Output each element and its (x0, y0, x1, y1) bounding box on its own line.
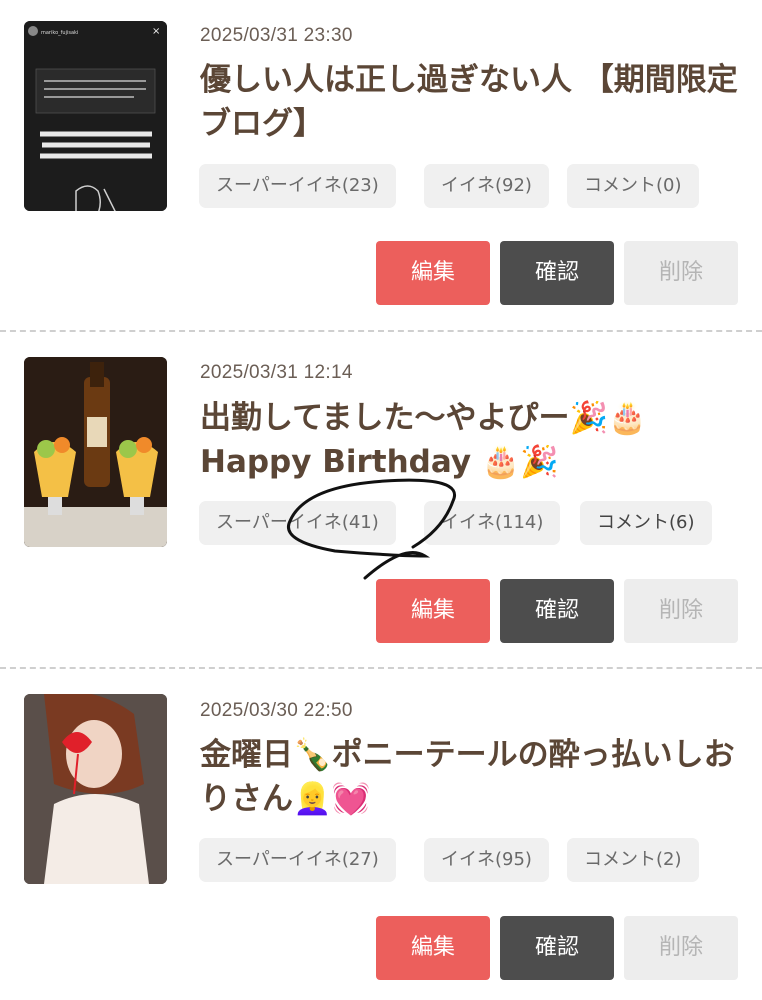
post-date: 2025/03/30 22:50 (200, 700, 353, 721)
post-thumbnail[interactable]: mariko_fujisaki × (24, 21, 167, 211)
comment-count: コメント(0) (567, 164, 699, 208)
comment-count: コメント(6) (580, 501, 712, 545)
super-like-count: スーパーイイネ(27) (199, 838, 396, 882)
post-title[interactable]: 優しい人は正し過ぎない人 【期間限定ブログ】 (200, 58, 740, 146)
parfait-photo-image (24, 357, 167, 547)
edit-button[interactable]: 編集 (376, 241, 490, 305)
confirm-button[interactable]: 確認 (500, 916, 614, 980)
like-count: イイネ(92) (424, 164, 549, 208)
like-count: イイネ(95) (424, 838, 549, 882)
post-divider (0, 330, 762, 332)
comment-count: コメント(2) (567, 838, 699, 882)
post-date: 2025/03/31 23:30 (200, 25, 353, 46)
post-divider (0, 667, 762, 669)
edit-button[interactable]: 編集 (376, 916, 490, 980)
post-title[interactable]: 金曜日🍾ポニーテールの酔っ払いしおりさん👱‍♀️💓 (200, 733, 740, 821)
post-title[interactable]: 出勤してました〜やよぴー🎉🎂 Happy Birthday 🎂🎉 (200, 396, 740, 484)
confirm-button[interactable]: 確認 (500, 241, 614, 305)
delete-button[interactable]: 削除 (624, 916, 738, 980)
like-count: イイネ(114) (424, 501, 561, 545)
story-screenshot-image: mariko_fujisaki × (24, 21, 167, 211)
portrait-photo-image (24, 694, 167, 884)
svg-text:×: × (152, 26, 160, 37)
post-thumbnail[interactable] (24, 357, 167, 547)
super-like-count: スーパーイイネ(41) (199, 501, 396, 545)
post-thumbnail[interactable] (24, 694, 167, 884)
post-date: 2025/03/31 12:14 (200, 362, 353, 383)
edit-button[interactable]: 編集 (376, 579, 490, 643)
thumb-username: mariko_fujisaki (41, 30, 78, 36)
delete-button[interactable]: 削除 (624, 241, 738, 305)
confirm-button[interactable]: 確認 (500, 579, 614, 643)
delete-button[interactable]: 削除 (624, 579, 738, 643)
super-like-count: スーパーイイネ(23) (199, 164, 396, 208)
